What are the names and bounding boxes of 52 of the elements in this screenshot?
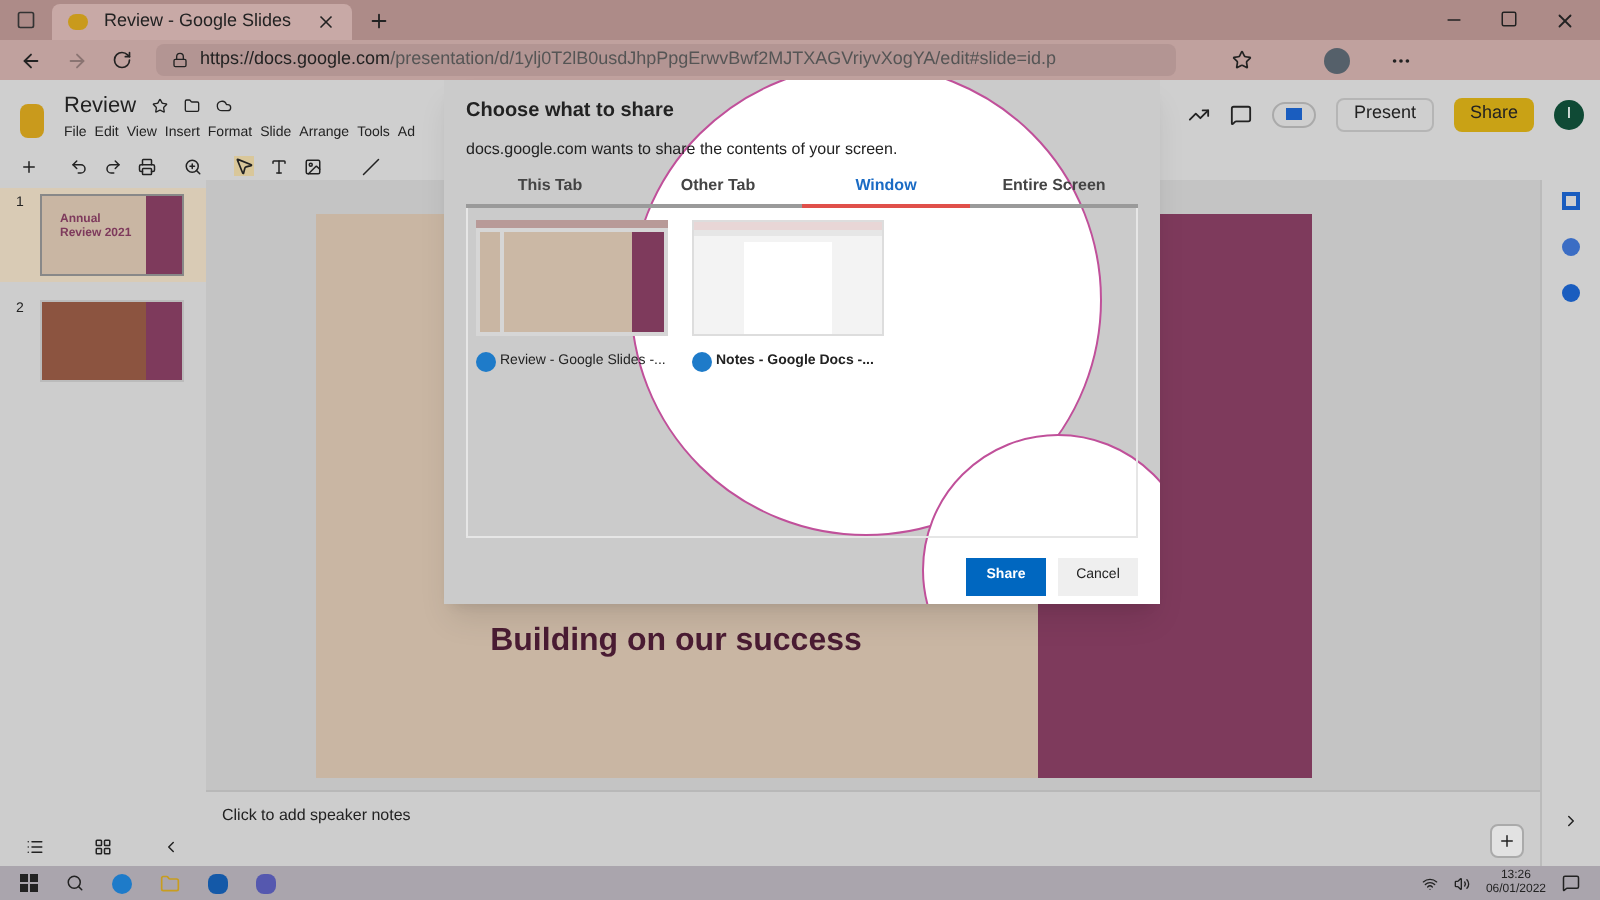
dialog-title: Choose what to share bbox=[466, 98, 676, 126]
plus-icon bbox=[1498, 832, 1516, 850]
reload-icon[interactable] bbox=[112, 50, 132, 70]
maximize-icon[interactable] bbox=[1500, 9, 1518, 27]
share-button[interactable]: Share bbox=[1453, 97, 1534, 131]
print-icon[interactable] bbox=[138, 157, 156, 175]
add-button[interactable] bbox=[1490, 824, 1524, 858]
network-icon[interactable] bbox=[1421, 875, 1438, 891]
slide-thumbnail bbox=[40, 300, 184, 382]
present-button[interactable]: Present bbox=[1335, 97, 1434, 131]
line-icon[interactable] bbox=[362, 157, 380, 175]
tab-actions-icon[interactable] bbox=[16, 10, 36, 30]
speaker-notes-placeholder[interactable]: Click to add speaker notes bbox=[222, 804, 411, 828]
slide-title: Building on our success bbox=[490, 622, 862, 662]
meet-button[interactable] bbox=[1271, 101, 1316, 127]
browser-icon bbox=[476, 352, 496, 373]
filmstrip-view-icon[interactable] bbox=[25, 837, 44, 855]
close-icon[interactable] bbox=[1554, 9, 1576, 31]
url-text: https://docs.google.com/presentation/d/1ylj0T2lB0usdJhpPpgErwvBwf2MJTXAGVriyvXogYA/edit#slide=id.p bbox=[200, 46, 1056, 73]
cloud-icon bbox=[216, 98, 233, 115]
close-icon[interactable] bbox=[316, 12, 336, 32]
search-icon[interactable] bbox=[66, 874, 84, 892]
redo-icon[interactable] bbox=[104, 157, 122, 175]
favorite-icon[interactable] bbox=[1232, 50, 1252, 70]
lock-icon bbox=[172, 52, 188, 68]
select-icon[interactable] bbox=[234, 156, 254, 176]
document-title[interactable]: Review bbox=[64, 90, 137, 123]
comments-icon[interactable] bbox=[1229, 103, 1252, 125]
undo-icon[interactable] bbox=[70, 157, 88, 175]
profile-avatar[interactable] bbox=[1324, 47, 1350, 73]
image-icon[interactable] bbox=[304, 157, 322, 175]
address-field[interactable]: https://docs.google.com/presentation/d/1ylj0T2lB0usdJhpPpgErwvBwf2MJTXAGVriyvXogYA/edit#slide=id.p bbox=[156, 44, 1176, 76]
start-icon[interactable] bbox=[20, 874, 38, 892]
text-box-icon[interactable] bbox=[270, 157, 288, 175]
slides-logo-icon bbox=[20, 104, 44, 138]
grid-view-icon[interactable] bbox=[93, 837, 112, 855]
expand-icon[interactable] bbox=[1562, 812, 1580, 830]
back-icon[interactable] bbox=[20, 49, 42, 71]
folder-icon[interactable] bbox=[184, 98, 201, 115]
share-tab[interactable]: This Tab bbox=[466, 174, 634, 208]
star-icon[interactable] bbox=[152, 98, 169, 115]
notifications-icon[interactable] bbox=[1562, 874, 1580, 892]
share-tab[interactable]: Other Tab bbox=[634, 174, 802, 208]
browser-tab[interactable]: Review - Google Slides bbox=[52, 4, 352, 40]
volume-icon[interactable] bbox=[1453, 875, 1470, 891]
zoom-icon[interactable] bbox=[184, 157, 202, 175]
new-tab-icon[interactable] bbox=[368, 9, 390, 31]
user-avatar[interactable]: I bbox=[1554, 99, 1584, 129]
calendar-icon[interactable] bbox=[1562, 192, 1580, 210]
new-slide-icon[interactable] bbox=[20, 157, 38, 175]
slides-logo-icon bbox=[68, 14, 88, 30]
share-tab[interactable]: Window bbox=[802, 174, 970, 208]
